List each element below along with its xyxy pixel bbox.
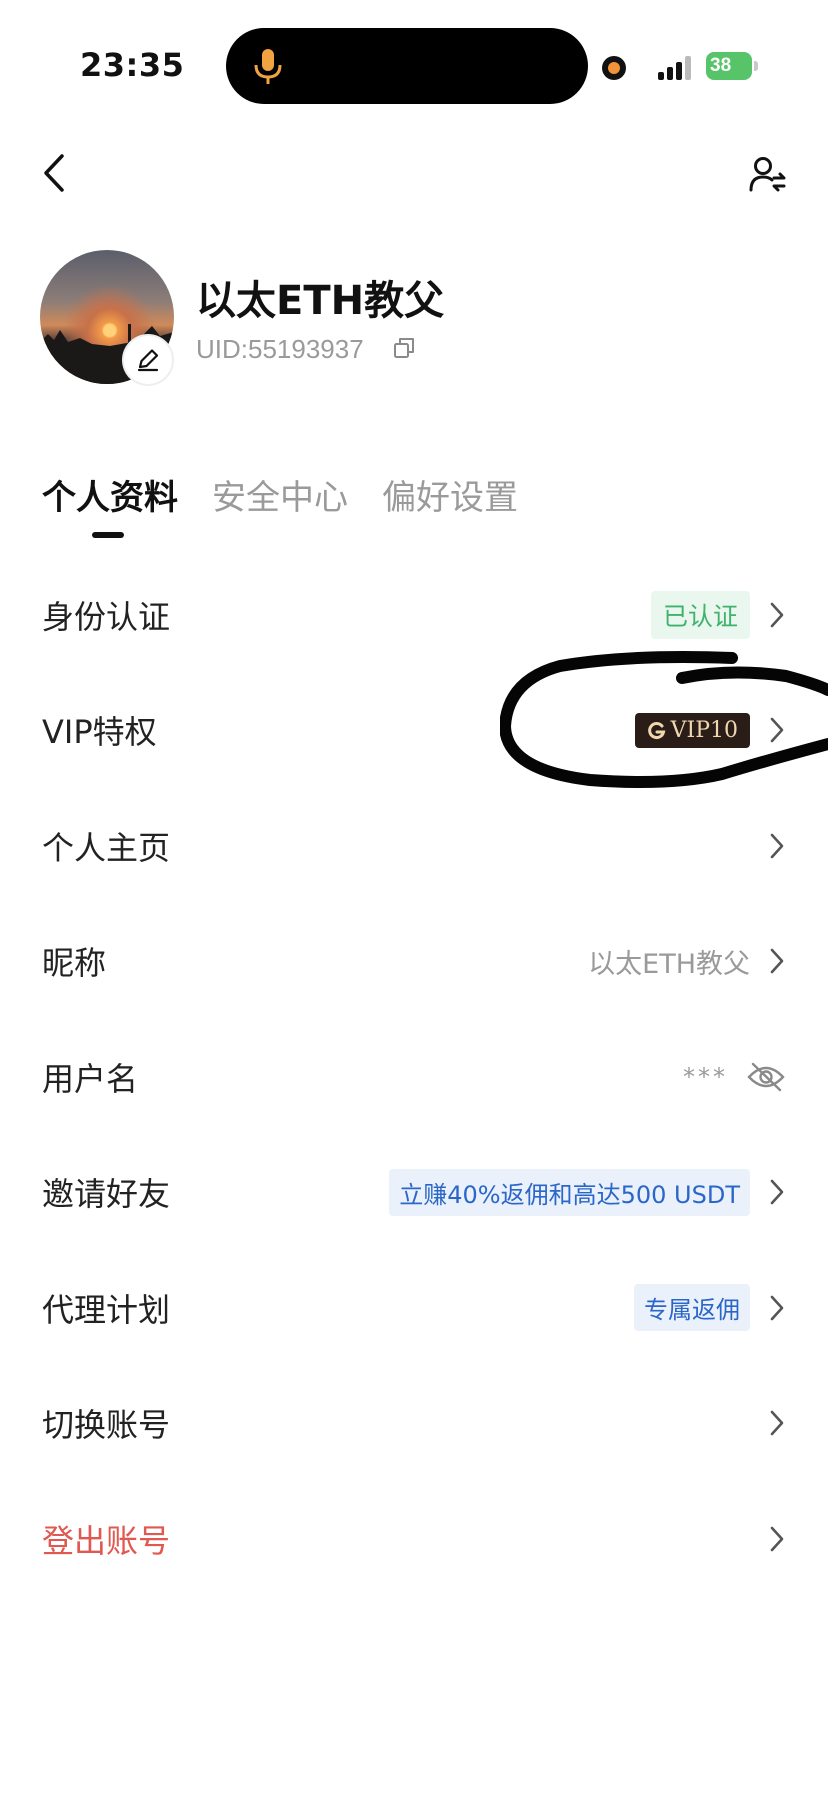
profile-tabs: 个人资料 安全中心 偏好设置 [42, 470, 518, 519]
profile-uid: UID:55193937 [196, 334, 364, 364]
camera-indicator [602, 56, 626, 80]
vip-logo-icon [647, 722, 665, 740]
row-label: 个人主页 [42, 828, 171, 867]
row-label: 切换账号 [42, 1406, 171, 1445]
chevron-right-icon [770, 602, 784, 628]
row-label: 用户名 [42, 1059, 139, 1098]
row-label: 身份认证 [42, 597, 171, 636]
tab-security-center[interactable]: 安全中心 [212, 470, 348, 519]
edit-avatar-button[interactable] [124, 336, 172, 384]
row-label: 邀请好友 [42, 1175, 171, 1214]
row-label: 昵称 [42, 944, 107, 983]
tab-indicator [92, 532, 124, 538]
username-masked-value: *** [683, 1062, 728, 1091]
verified-badge: 已认证 [650, 590, 750, 639]
dynamic-island [226, 28, 588, 104]
row-vip[interactable]: VIP特权 VIP10 [0, 673, 828, 789]
chevron-right-icon [770, 948, 784, 974]
switch-account-icon[interactable] [748, 154, 788, 194]
vip-badge: VIP10 [634, 712, 750, 748]
chevron-right-icon [770, 717, 784, 743]
status-bar: 23:35 38 [0, 0, 828, 110]
microphone-icon [254, 49, 282, 84]
tab-preferences[interactable]: 偏好设置 [382, 470, 518, 519]
chevron-right-icon [770, 1179, 784, 1205]
battery-tip [754, 61, 758, 71]
profile-name: 以太ETH教父 [196, 278, 445, 324]
row-logout[interactable]: 登出账号 [0, 1481, 828, 1597]
chevron-right-icon [770, 1295, 784, 1321]
signal-icon [658, 56, 691, 80]
row-label: 登出账号 [42, 1521, 171, 1560]
row-label: VIP特权 [42, 713, 157, 752]
nickname-value: 以太ETH教父 [588, 948, 750, 980]
row-nickname[interactable]: 昵称 以太ETH教父 [0, 904, 828, 1020]
chevron-left-icon[interactable] [36, 150, 72, 196]
chevron-right-icon [770, 1526, 784, 1552]
row-personal-homepage[interactable]: 个人主页 [0, 788, 828, 904]
battery-level: 38 [706, 52, 752, 80]
row-invite-friends[interactable]: 邀请好友 立赚40%返佣和高达500 USDT [0, 1135, 828, 1251]
vip-level: VIP10 [670, 717, 738, 743]
row-label: 代理计划 [42, 1290, 171, 1329]
invite-promo-badge: 立赚40%返佣和高达500 USDT [389, 1168, 750, 1216]
copy-icon[interactable] [392, 336, 416, 360]
row-agent-program[interactable]: 代理计划 专属返佣 [0, 1250, 828, 1366]
chevron-right-icon [770, 1410, 784, 1436]
row-username: 用户名 *** [0, 1019, 828, 1135]
edit-icon [137, 349, 159, 372]
row-switch-account[interactable]: 切换账号 [0, 1366, 828, 1482]
battery-icon: 38 [706, 52, 758, 80]
status-time: 23:35 [80, 46, 185, 84]
tab-personal-info[interactable]: 个人资料 [42, 470, 178, 519]
agent-promo-badge: 专属返佣 [634, 1284, 750, 1332]
settings-list: 身份认证 已认证 VIP特权 VIP10 个人主页 昵称 以太ETH教父 用户名… [0, 557, 828, 1597]
chevron-right-icon [770, 833, 784, 859]
eye-off-icon[interactable] [746, 1061, 786, 1093]
row-identity-verification[interactable]: 身份认证 已认证 [0, 557, 828, 673]
